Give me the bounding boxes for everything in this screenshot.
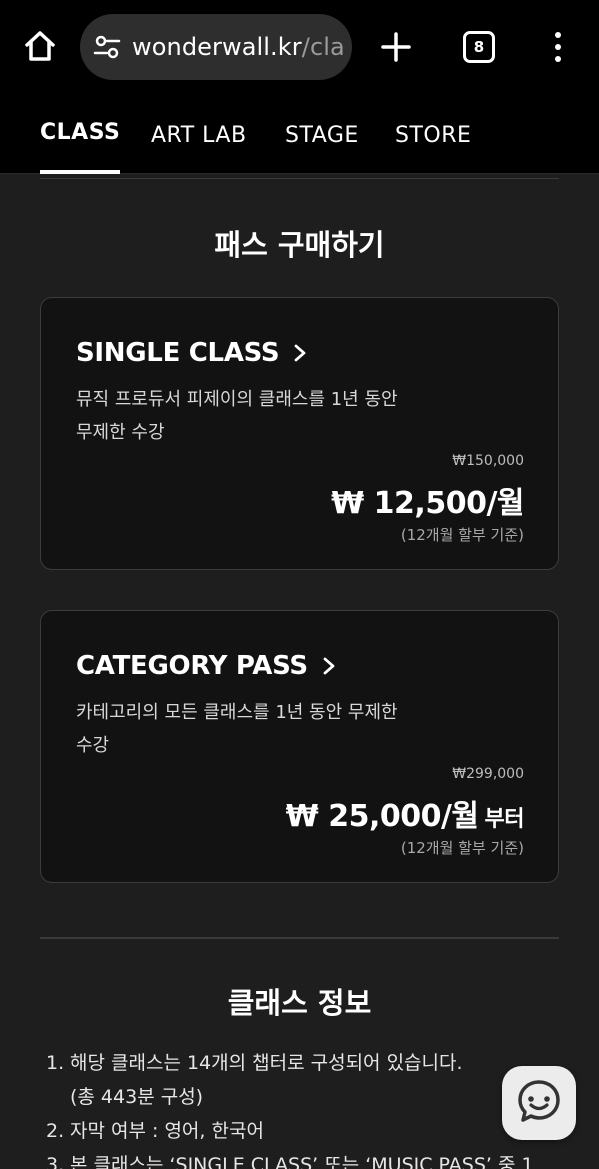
url-path: /cla [301,33,345,61]
class-info-list: 1. 해당 클래스는 14개의 챕터로 구성되어 있습니다. (총 443분 구… [46,1046,546,1169]
site-nav: CLASS ART LAB STAGE STORE [0,94,599,174]
card-desc-line: 뮤직 프로듀서 피제이의 클래스를 1년 동안 [76,389,398,410]
tab-switcher-icon[interactable]: 8 [463,31,495,63]
card-title-text: SINGLE CLASS [76,338,280,368]
list-item: 3. 본 클래스는 ‘SINGLE CLASS’ 또는 ‘MUSIC PASS’… [46,1148,546,1169]
original-price: ₩150,000 [452,453,524,469]
address-bar[interactable]: wonderwall.kr/cla [80,14,352,80]
chevron-right-icon [322,657,336,675]
list-number: 3. [46,1154,65,1169]
card-description: 카테고리의 모든 클래스를 1년 동안 무제한 수강 [76,696,436,762]
card-title[interactable]: SINGLE CLASS [76,338,307,368]
list-number: 2. [46,1120,65,1142]
price-suffix: 부터 [484,807,525,832]
installment-note: (12개월 할부 기준) [400,839,524,857]
nav-tab-art-lab[interactable]: ART LAB [151,94,247,174]
price-text: ₩ 12,500/월 [331,486,524,521]
browser-toolbar: wonderwall.kr/cla 8 [0,0,599,94]
card-desc-line: 카테고리의 모든 클래스를 1년 동안 무제한 [76,702,398,723]
list-item-subtext: (총 443분 구성) [70,1086,204,1108]
list-item: 1. 해당 클래스는 14개의 챕터로 구성되어 있습니다. (총 443분 구… [46,1046,546,1114]
card-description: 뮤직 프로듀서 피제이의 클래스를 1년 동안 무제한 수강 [76,383,436,449]
card-title-text: CATEGORY PASS [76,651,308,681]
info-section-title: 클래스 정보 [227,986,372,1020]
site-settings-icon[interactable] [92,32,122,62]
url-text: wonderwall.kr/cla [132,33,345,61]
new-tab-icon[interactable] [375,26,417,68]
monthly-price: ₩ 25,000/월 부터 [285,791,525,835]
list-item-text: 자막 여부 : 영어, 한국어 [70,1120,264,1142]
divider [40,178,559,179]
card-desc-line: 수강 [76,735,110,756]
divider [40,937,559,939]
list-item: 2. 자막 여부 : 영어, 한국어 [46,1114,546,1148]
list-number: 1. [46,1052,65,1074]
chat-icon [516,1078,562,1128]
chat-button[interactable] [502,1066,576,1140]
url-host: wonderwall.kr [132,33,302,61]
list-item-text: 본 클래스는 ‘SINGLE CLASS’ 또는 ‘MUSIC PASS’ 중 … [70,1154,534,1169]
card-desc-line: 무제한 수강 [76,422,165,443]
more-menu-icon[interactable] [546,26,570,68]
single-class-card[interactable]: SINGLE CLASS 뮤직 프로듀서 피제이의 클래스를 1년 동안 무제한… [40,297,559,570]
nav-tab-class[interactable]: CLASS [40,94,121,174]
monthly-price: ₩ 12,500/월 [331,478,524,522]
original-price: ₩299,000 [452,766,524,782]
nav-tab-stage[interactable]: STAGE [285,94,359,174]
main-content: 패스 구매하기 SINGLE CLASS 뮤직 프로듀서 피제이의 클래스를 1… [0,174,599,1169]
nav-tab-store[interactable]: STORE [395,94,471,174]
category-pass-card[interactable]: CATEGORY PASS 카테고리의 모든 클래스를 1년 동안 무제한 수강… [40,610,559,883]
tab-count: 8 [473,38,485,56]
list-item-text: 해당 클래스는 14개의 챕터로 구성되어 있습니다. [70,1052,463,1074]
home-icon[interactable] [18,24,62,68]
card-title[interactable]: CATEGORY PASS [76,651,336,681]
chevron-right-icon [293,344,307,362]
installment-note: (12개월 할부 기준) [400,526,524,544]
price-text: ₩ 25,000/월 [285,799,479,834]
pass-section-title: 패스 구매하기 [214,228,385,262]
